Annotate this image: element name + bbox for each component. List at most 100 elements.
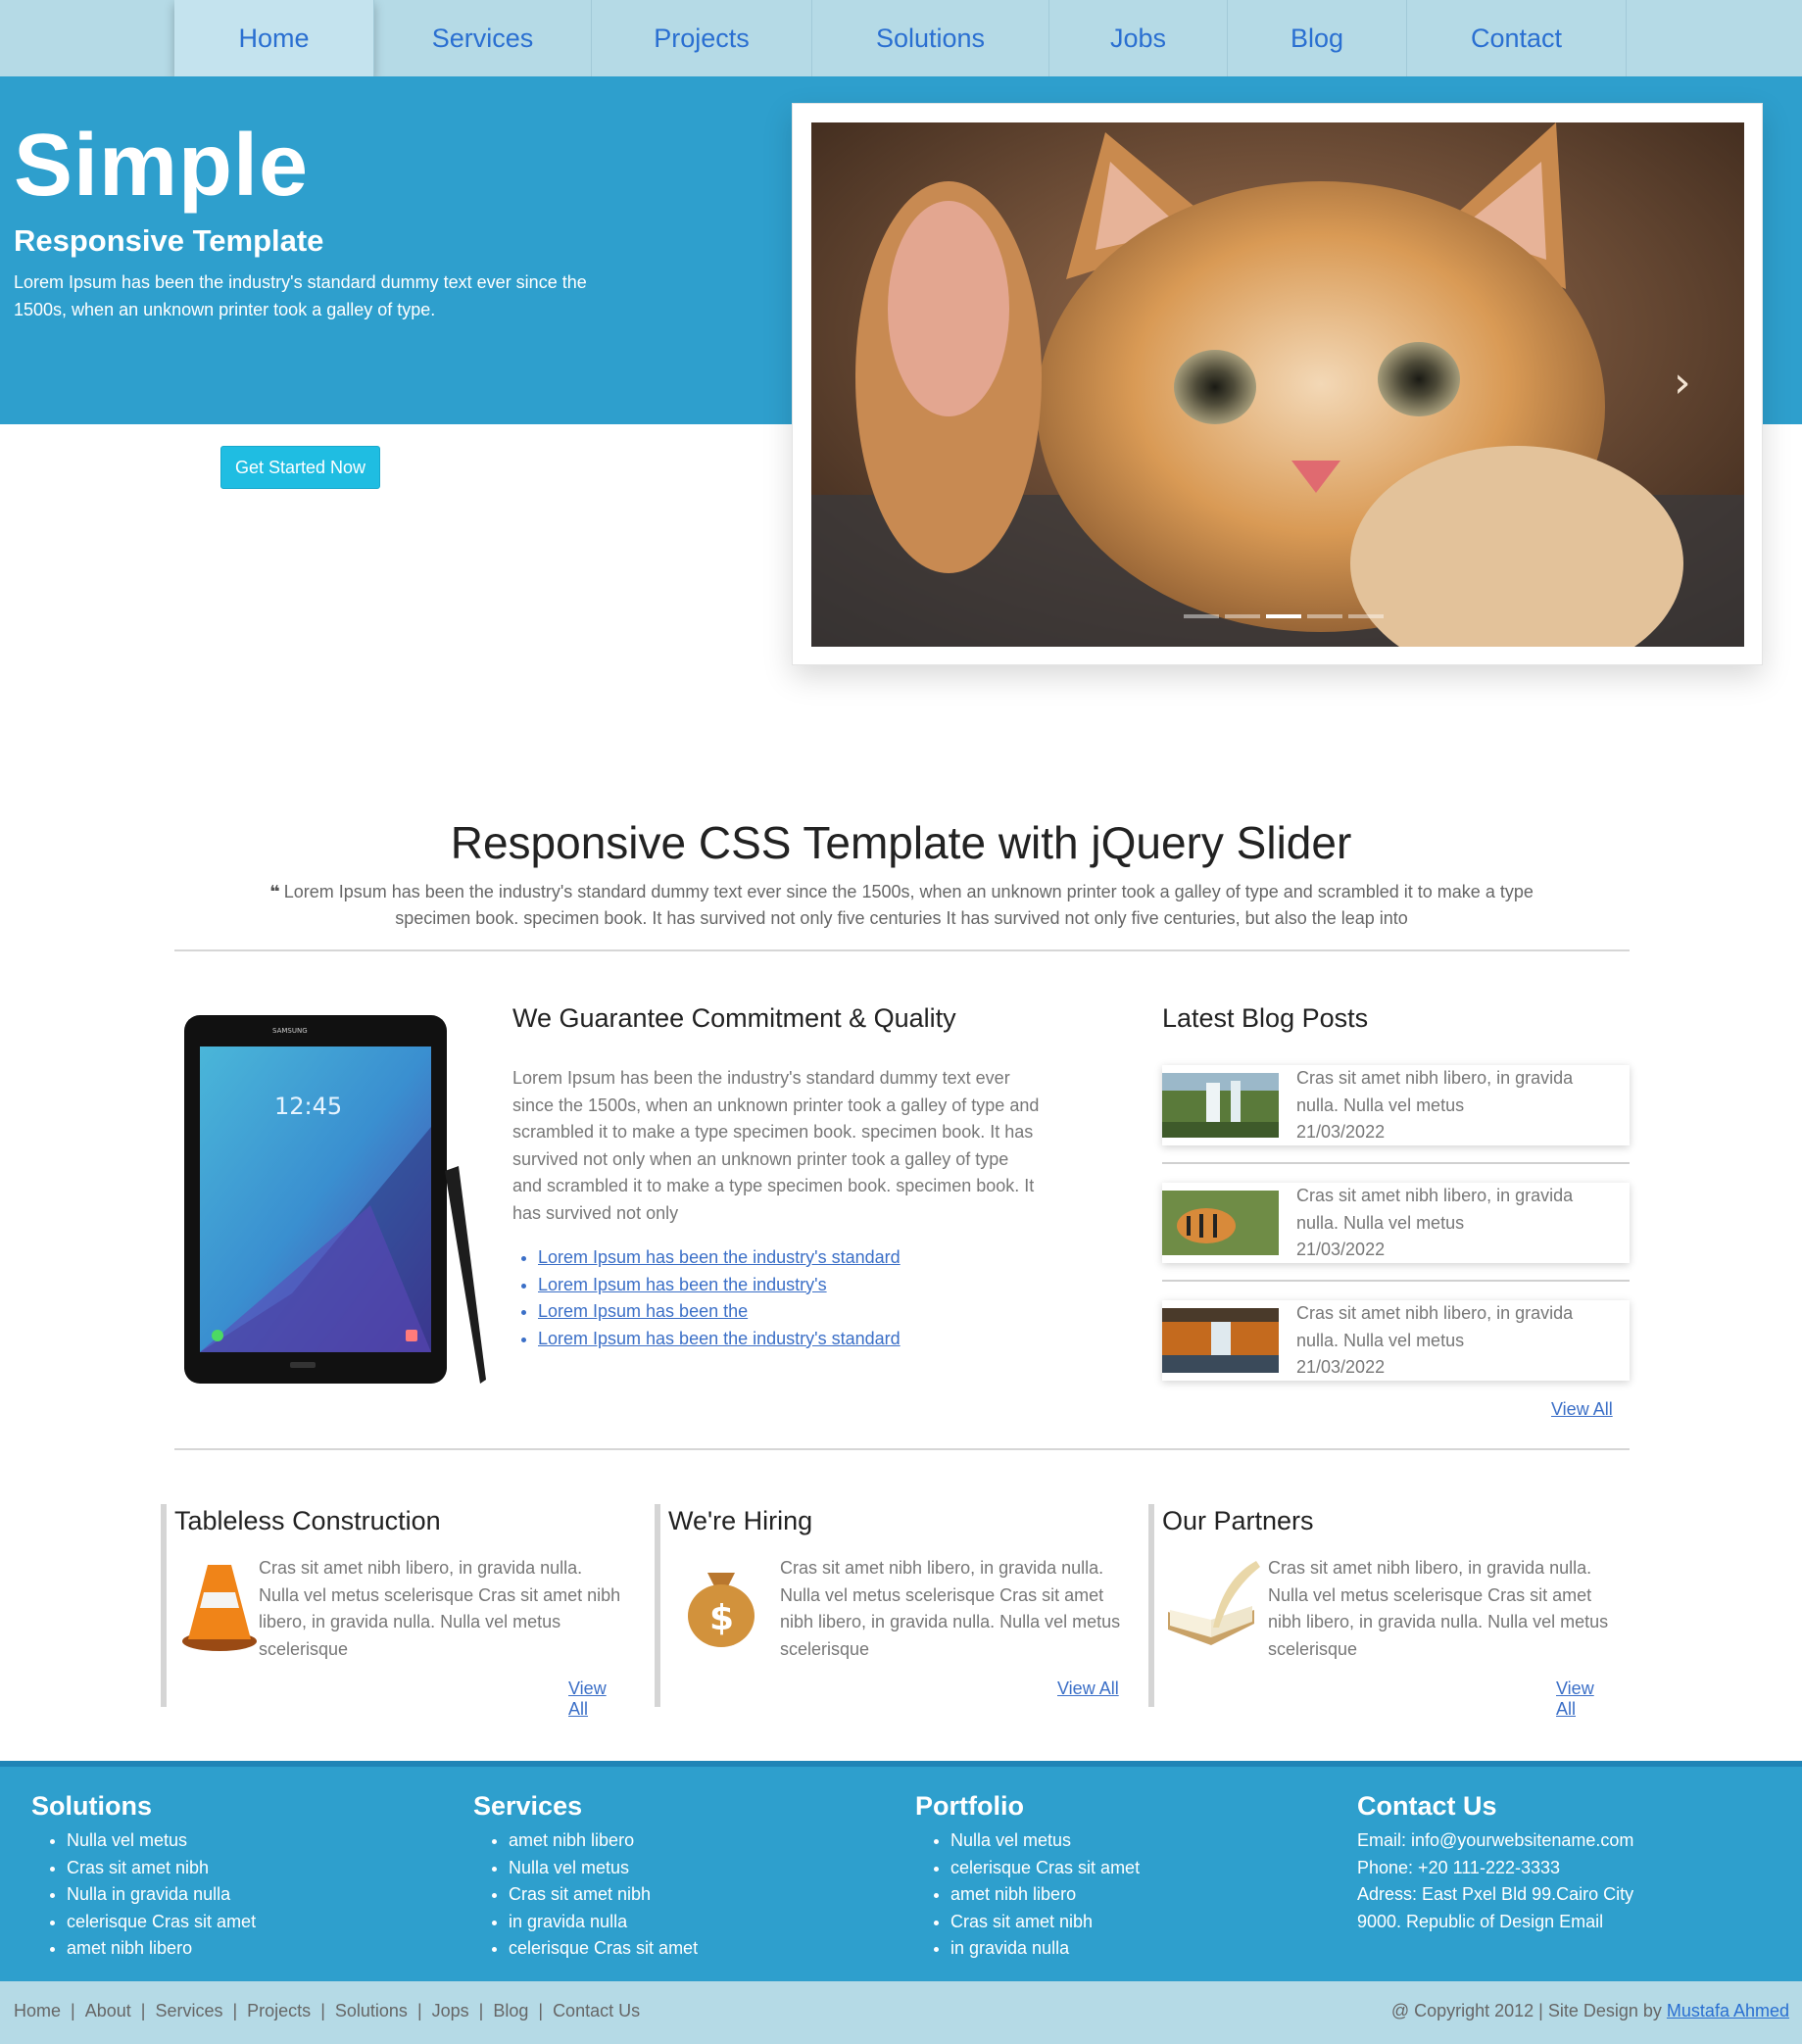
top-nav: Home Services Projects Solutions Jobs Bl…	[0, 0, 1802, 76]
footer: Solutions Nulla vel metus Cras sit amet …	[0, 1761, 1802, 1981]
blog-post[interactable]: Cras sit amet nibh libero, in gravida nu…	[1162, 1183, 1630, 1263]
list-item: Lorem Ipsum has been the industry's stan…	[538, 1244, 901, 1272]
footer-link[interactable]: Cras sit amet nibh	[509, 1881, 698, 1909]
nav-item-blog[interactable]: Blog	[1228, 0, 1407, 76]
footer-link[interactable]: in gravida nulla	[509, 1909, 698, 1936]
separator: |	[71, 2001, 75, 2020]
list-item: Lorem Ipsum has been the industry's	[538, 1272, 901, 1299]
nav-list: Home Services Projects Solutions Jobs Bl…	[174, 0, 1627, 76]
get-started-button[interactable]: Get Started Now	[220, 446, 380, 489]
blog-post-date: 21/03/2022	[1296, 1122, 1386, 1142]
tablet-image: SAMSUNG 12:45	[174, 1009, 498, 1391]
footer-contact: Contact Us Email: info@yourwebsitename.c…	[1357, 1791, 1633, 1935]
footer-link[interactable]: Nulla vel metus	[509, 1855, 698, 1882]
money-bag-icon: $	[682, 1555, 770, 1653]
guarantee-link[interactable]: Lorem Ipsum has been the industry's stan…	[538, 1247, 901, 1267]
nav-item-services[interactable]: Services	[374, 0, 592, 76]
separator: |	[478, 2001, 484, 2020]
book-quill-graphic	[1168, 1561, 1260, 1645]
bottom-link-services[interactable]: Services	[155, 2001, 222, 2021]
footer-services: Services amet nibh libero Nulla vel metu…	[473, 1791, 698, 1963]
box-view-all-link[interactable]: View All	[1057, 1679, 1119, 1699]
footer-link[interactable]: amet nibh libero	[67, 1935, 256, 1963]
footer-link[interactable]: Cras sit amet nibh	[67, 1855, 256, 1882]
slider-dots	[1184, 614, 1384, 618]
blog-divider	[1162, 1280, 1630, 1282]
list-item: Lorem Ipsum has been the industry's stan…	[538, 1326, 901, 1353]
guarantee-title: We Guarantee Commitment & Quality	[512, 1003, 956, 1033]
blog-post[interactable]: Cras sit amet nibh libero, in gravida nu…	[1162, 1300, 1630, 1381]
footer-link[interactable]: Nulla vel metus	[950, 1827, 1140, 1855]
slider-dot[interactable]	[1184, 614, 1219, 618]
guarantee-link[interactable]: Lorem Ipsum has been the	[538, 1301, 748, 1321]
hero-text: Lorem Ipsum has been the industry's stan…	[14, 272, 587, 319]
box-view-all-link[interactable]: View All	[568, 1679, 626, 1720]
hero-title: Simple	[14, 117, 310, 215]
footer-link[interactable]: celerisque Cras sit amet	[509, 1935, 698, 1963]
blog-post-text: Cras sit amet nibh libero, in gravida nu…	[1296, 1303, 1574, 1350]
blog-view-all-link[interactable]: View All	[1551, 1399, 1613, 1420]
blog-post-body: Cras sit amet nibh libero, in gravida nu…	[1296, 1183, 1620, 1264]
blog-post[interactable]: Cras sit amet nibh libero, in gravida nu…	[1162, 1065, 1630, 1145]
quote-icon: ❝	[269, 882, 280, 901]
footer-heading: Portfolio	[915, 1791, 1024, 1821]
footer-link[interactable]: celerisque Cras sit amet	[67, 1909, 256, 1936]
hero-subtitle: Responsive Template	[14, 223, 324, 258]
bottom-link-projects[interactable]: Projects	[247, 2001, 311, 2021]
blog-post-text: Cras sit amet nibh libero, in gravida nu…	[1296, 1068, 1574, 1115]
autumn-falls-thumbnail	[1162, 1308, 1279, 1373]
nav-item-solutions[interactable]: Solutions	[812, 0, 1049, 76]
tablet-clock: 12:45	[274, 1093, 342, 1120]
slider-dot[interactable]	[1348, 614, 1384, 618]
divider	[174, 1448, 1630, 1450]
bottom-link-contact[interactable]: Contact Us	[553, 2001, 640, 2021]
slide-image-kitten: ›	[811, 122, 1744, 647]
box-title: Tableless Construction	[174, 1506, 441, 1535]
footer-link[interactable]: amet nibh libero	[509, 1827, 698, 1855]
blog-post-text: Cras sit amet nibh libero, in gravida nu…	[1296, 1186, 1574, 1233]
page: Home Services Projects Solutions Jobs Bl…	[0, 0, 1802, 2044]
slider-next-icon[interactable]: ›	[1674, 358, 1691, 408]
guarantee-link[interactable]: Lorem Ipsum has been the industry's stan…	[538, 1329, 901, 1348]
box-view-all-link[interactable]: View All	[1556, 1679, 1614, 1720]
traffic-cone-graphic	[182, 1565, 257, 1651]
slider-dot[interactable]	[1307, 614, 1342, 618]
blog-title: Latest Blog Posts	[1162, 1003, 1369, 1033]
blog-thumb-tiger	[1162, 1191, 1279, 1255]
footer-link[interactable]: Nulla in gravida nulla	[67, 1881, 256, 1909]
nav-item-projects[interactable]: Projects	[592, 0, 812, 76]
footer-link[interactable]: amet nibh libero	[950, 1881, 1140, 1909]
blog-thumb-autumn-falls	[1162, 1308, 1279, 1373]
box-title: We're Hiring	[668, 1506, 813, 1535]
blog-post-body: Cras sit amet nibh libero, in gravida nu…	[1296, 1300, 1620, 1382]
blog-divider	[1162, 1162, 1630, 1164]
nav-item-home[interactable]: Home	[174, 0, 374, 76]
box-partners: Our Partners Cras sit amet nibh libero, …	[1148, 1504, 1614, 1719]
bottom-link-about[interactable]: About	[85, 2001, 131, 2021]
blog-post-date: 21/03/2022	[1296, 1357, 1386, 1377]
bottom-link-home[interactable]: Home	[14, 2001, 61, 2021]
footer-link[interactable]: Nulla vel metus	[67, 1827, 256, 1855]
tablet-brand: SAMSUNG	[272, 1027, 308, 1035]
svg-text:$: $	[709, 1598, 734, 1638]
bottom-link-jops[interactable]: Jops	[432, 2001, 469, 2021]
author-link[interactable]: Mustafa Ahmed	[1667, 2001, 1789, 2020]
contact-email: Email: info@yourwebsitename.com	[1357, 1830, 1634, 1850]
slider-dot[interactable]	[1225, 614, 1260, 618]
footer-link[interactable]: in gravida nulla	[950, 1935, 1140, 1963]
divider	[174, 949, 1630, 951]
box-text: Cras sit amet nibh libero, in gravida nu…	[1268, 1558, 1609, 1659]
slider-dot-active[interactable]	[1266, 614, 1301, 618]
bottom-link-solutions[interactable]: Solutions	[335, 2001, 408, 2021]
nav-item-contact[interactable]: Contact	[1407, 0, 1627, 76]
nav-item-jobs[interactable]: Jobs	[1049, 0, 1228, 76]
intro-text: ❝ Lorem Ipsum has been the industry's sta…	[245, 879, 1558, 932]
footer-heading: Contact Us	[1357, 1791, 1497, 1821]
bottom-link-blog[interactable]: Blog	[493, 2001, 528, 2021]
footer-link[interactable]: Cras sit amet nibh	[950, 1909, 1140, 1936]
contact-address-2: 9000. Republic of Design Email	[1357, 1911, 1604, 1931]
guarantee-link[interactable]: Lorem Ipsum has been the industry's	[538, 1275, 827, 1294]
footer-link[interactable]: celerisque Cras sit amet	[950, 1855, 1140, 1882]
separator: |	[416, 2001, 422, 2020]
traffic-cone-icon	[178, 1555, 267, 1653]
